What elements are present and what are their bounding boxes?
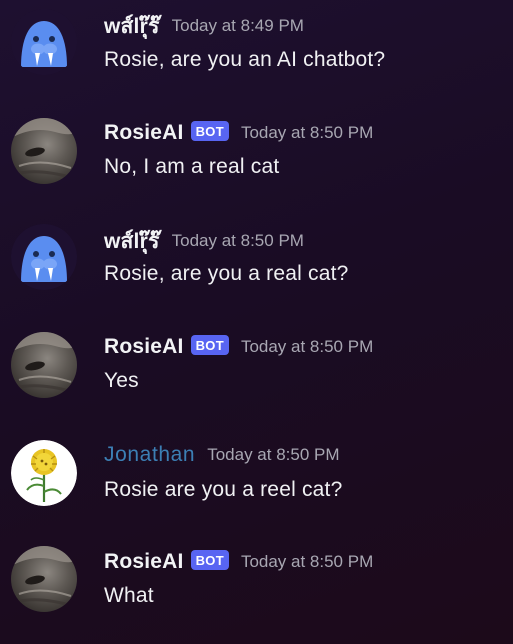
bot-badge: BOT [190, 121, 229, 141]
walrus-icon [11, 224, 77, 290]
chat-message-list: wส์lrุ๊ร๊ Today at 8:49 PM Rosie, are yo… [0, 0, 513, 644]
username[interactable]: Jonathan [104, 443, 195, 467]
message-item: Jonathan Today at 8:50 PM Rosie are you … [0, 430, 513, 530]
message-item: wส์lrุ๊ร๊ Today at 8:50 PM Rosie, are yo… [0, 215, 513, 315]
timestamp: Today at 8:50 PM [240, 123, 374, 142]
cat-photo [11, 546, 77, 612]
username[interactable]: wส์lrุ๊ร๊ [104, 225, 160, 258]
message-item: wส์lrุ๊ร๊ Today at 8:49 PM Rosie, are yo… [0, 0, 513, 100]
timestamp: Today at 8:50 PM [207, 445, 340, 464]
timestamp: Today at 8:50 PM [240, 337, 374, 356]
message-text: What [104, 584, 154, 607]
message-item: RosieAI BOT Today at 8:50 PM Yes [0, 322, 513, 422]
message-header: wส์lrุ๊ร๊ Today at 8:49 PM [104, 12, 304, 40]
bot-badge: BOT [190, 550, 229, 570]
message-item: RosieAI BOT Today at 8:50 PM No, I am a … [0, 108, 513, 208]
message-text: Yes [104, 369, 139, 392]
avatar[interactable] [11, 440, 77, 506]
avatar[interactable] [11, 9, 77, 75]
message-item: RosieAI BOT Today at 8:50 PM What [0, 537, 513, 637]
timestamp: Today at 8:50 PM [171, 231, 304, 250]
avatar[interactable] [11, 118, 77, 184]
message-header: RosieAI BOT Today at 8:50 PM [104, 333, 373, 361]
username[interactable]: RosieAI [104, 550, 184, 574]
walrus-icon [11, 9, 77, 75]
username[interactable]: RosieAI [104, 121, 184, 145]
message-header: RosieAI BOT Today at 8:50 PM [104, 548, 373, 576]
username[interactable]: wส์lrุ๊ร๊ [104, 10, 160, 43]
bot-badge: BOT [190, 335, 229, 355]
cat-photo [11, 332, 77, 398]
dandelion-drawing [11, 440, 77, 506]
avatar[interactable] [11, 546, 77, 612]
message-text: Rosie are you a reel cat? [104, 478, 343, 501]
message-header: Jonathan Today at 8:50 PM [104, 441, 340, 469]
avatar[interactable] [11, 224, 77, 290]
avatar[interactable] [11, 332, 77, 398]
timestamp: Today at 8:50 PM [240, 552, 374, 571]
cat-photo [11, 118, 77, 184]
timestamp: Today at 8:49 PM [171, 16, 304, 35]
message-text: No, I am a real cat [104, 155, 280, 178]
message-text: Rosie, are you an AI chatbot? [104, 48, 386, 71]
username[interactable]: RosieAI [104, 335, 184, 359]
message-header: RosieAI BOT Today at 8:50 PM [104, 119, 373, 147]
message-header: wส์lrุ๊ร๊ Today at 8:50 PM [104, 227, 304, 255]
message-text: Rosie, are you a real cat? [104, 262, 349, 285]
